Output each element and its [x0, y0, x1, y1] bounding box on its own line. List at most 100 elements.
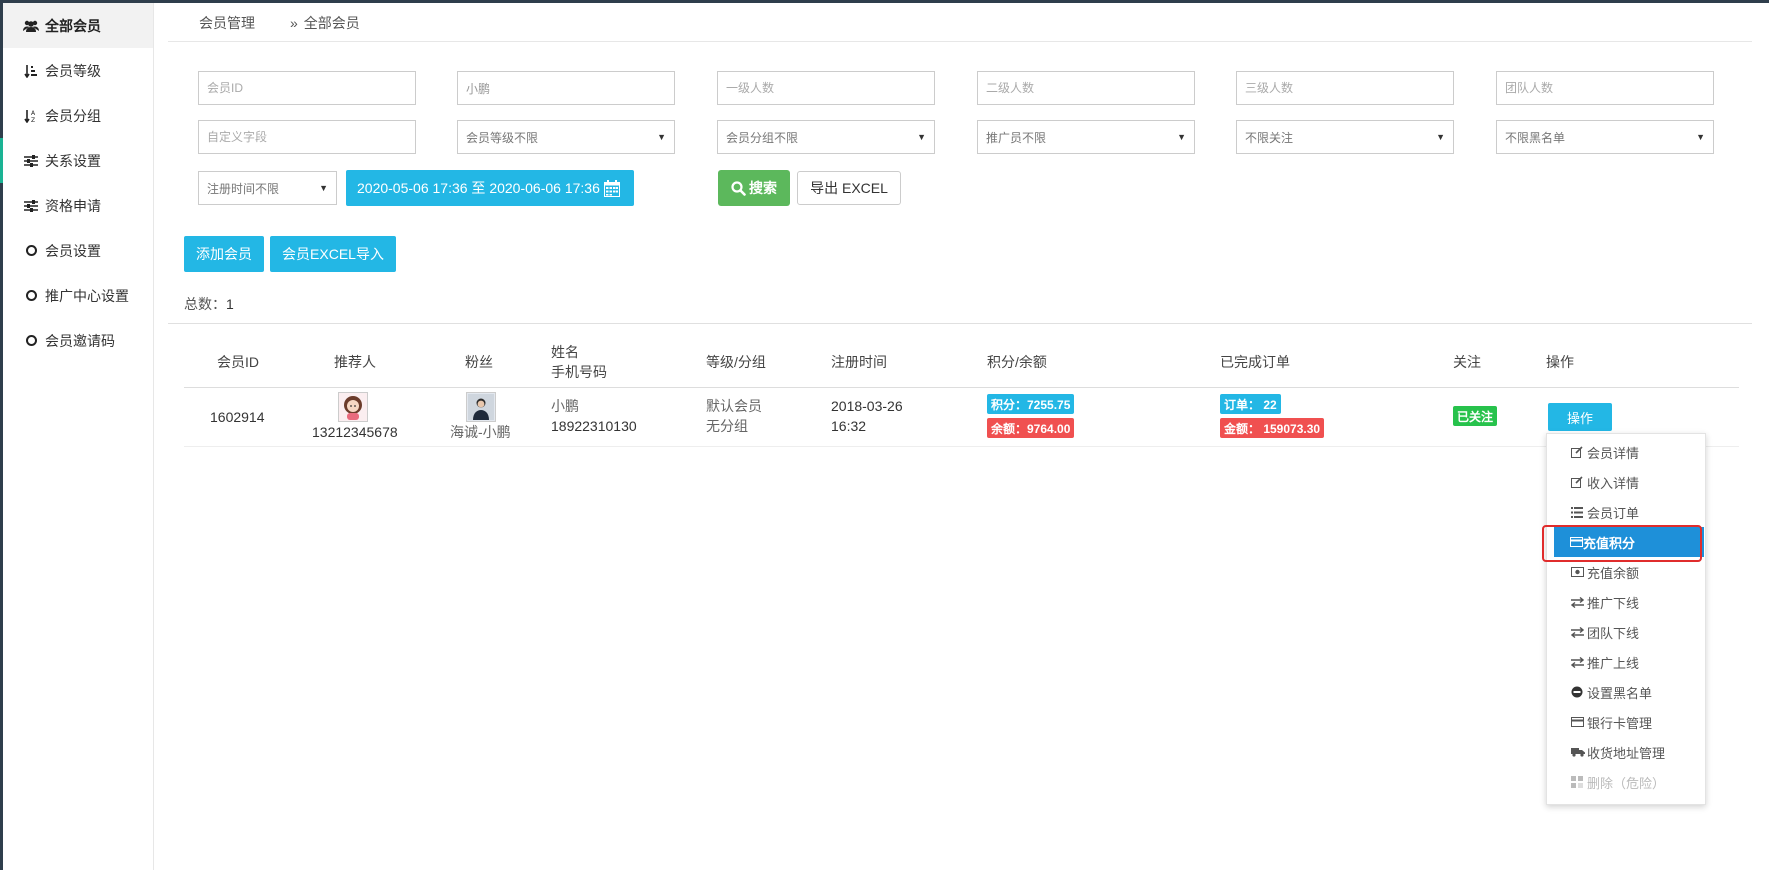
date-range-button[interactable]: 2020-05-06 17:36 至 2020-06-06 17:36	[346, 170, 634, 206]
truck-icon	[1571, 747, 1587, 757]
member-level-select[interactable]: 会员等级不限 ▼	[457, 120, 675, 154]
cell-reg-time: 16:32	[831, 418, 867, 434]
menu-item-set-blacklist[interactable]: 设置黑名单	[1571, 681, 1652, 703]
exchange-icon	[1571, 596, 1587, 608]
breadcrumb-current: 全部会员	[303, 14, 360, 31]
sidebar-item-relation-settings[interactable]: 关系设置	[0, 138, 153, 183]
table-header-divider	[184, 387, 1739, 388]
add-member-button[interactable]: 添加会员	[184, 236, 264, 272]
member-group-select[interactable]: 会员分组不限 ▼	[717, 120, 935, 154]
menu-item-member-detail[interactable]: 会员详情	[1571, 441, 1639, 463]
col-header-phone: 手机号码	[551, 364, 607, 380]
breadcrumb-separator: »	[290, 14, 298, 31]
menu-item-delete[interactable]: 删除（危险）	[1571, 771, 1665, 793]
caret-down-icon: ▼	[1177, 132, 1186, 142]
sidebar-item-promotion-settings[interactable]: 推广中心设置	[3, 273, 153, 318]
col-header-referrer: 推荐人	[334, 354, 376, 370]
orders-badge: 订单： 22	[1220, 394, 1281, 414]
edit-icon	[1571, 476, 1587, 488]
level2-count-input[interactable]	[977, 71, 1195, 105]
menu-item-team-downline[interactable]: 团队下线	[1571, 621, 1639, 643]
select-value: 不限关注	[1245, 130, 1294, 145]
menu-item-label: 充值余额	[1587, 565, 1640, 581]
exchange-icon	[1571, 626, 1587, 638]
cell-member-id: 1602914	[210, 409, 265, 425]
menu-item-label: 团队下线	[1587, 625, 1640, 641]
operations-menu: 会员详情 收入详情 会员订单 充值积分 充值余额 推广下线 团队下线 推广上线 …	[1546, 433, 1706, 805]
menu-item-income-detail[interactable]: 收入详情	[1571, 471, 1639, 493]
svg-text:Z: Z	[31, 117, 35, 123]
import-excel-button[interactable]: 会员EXCEL导入	[270, 236, 396, 272]
menu-item-bank-card[interactable]: 银行卡管理	[1571, 711, 1652, 733]
caret-down-icon: ▼	[319, 183, 328, 193]
menu-item-promo-downline[interactable]: 推广下线	[1571, 591, 1639, 613]
sliders-icon	[21, 199, 41, 212]
promoter-select[interactable]: 推广员不限 ▼	[977, 120, 1195, 154]
sidebar-item-member-settings[interactable]: 会员设置	[3, 228, 153, 273]
sidebar-item-label: 会员设置	[45, 242, 101, 259]
menu-item-recharge-points[interactable]: 充值积分	[1554, 527, 1704, 557]
sidebar-item-label: 推广中心设置	[45, 287, 129, 304]
delete-icon	[1571, 776, 1587, 788]
select-value: 注册时间不限	[207, 181, 280, 196]
calendar-icon	[603, 179, 620, 197]
custom-field-input[interactable]	[198, 120, 416, 154]
total-count: 总数：1	[184, 294, 234, 314]
sidebar-item-all-members[interactable]: 全部会员	[3, 3, 153, 48]
col-header-ops: 操作	[1546, 354, 1574, 370]
col-header-id: 会员ID	[217, 354, 259, 370]
operations-button[interactable]: 操作	[1548, 403, 1612, 431]
menu-item-label: 会员详情	[1587, 445, 1640, 461]
credit-card-icon	[1570, 535, 1583, 550]
cell-reg-date: 2018-03-26	[831, 398, 903, 414]
sidebar-item-member-level[interactable]: 会员等级	[3, 48, 153, 93]
keyword-input[interactable]	[457, 71, 675, 105]
breadcrumb-root[interactable]: 会员管理	[199, 13, 255, 33]
cell-phone: 18922310130	[551, 418, 637, 434]
sidebar-item-label: 会员等级	[45, 62, 101, 79]
cell-level: 默认会员	[706, 398, 762, 414]
breadcrumb: 会员管理 » 全部会员	[168, 4, 1752, 42]
reg-time-select[interactable]: 注册时间不限 ▼	[198, 171, 337, 205]
level1-count-input[interactable]	[717, 71, 935, 105]
menu-item-label: 设置黑名单	[1587, 685, 1653, 701]
sort-amount-icon	[21, 64, 41, 78]
blacklist-select[interactable]: 不限黑名单 ▼	[1496, 120, 1714, 154]
menu-item-label: 推广上线	[1587, 655, 1640, 671]
menu-item-shipping-address[interactable]: 收货地址管理	[1571, 741, 1665, 763]
referrer-avatar[interactable]	[338, 392, 368, 422]
follow-select[interactable]: 不限关注 ▼	[1236, 120, 1454, 154]
date-range-text: 2020-05-06 17:36 至 2020-06-06 17:36	[357, 180, 600, 196]
exchange-icon	[1571, 656, 1587, 668]
level3-count-input[interactable]	[1236, 71, 1454, 105]
menu-item-label: 会员订单	[1587, 505, 1640, 521]
cell-fan-name: 海诚-小鹏	[450, 424, 511, 440]
select-value: 会员等级不限	[466, 130, 539, 145]
sidebar-item-label: 会员分组	[45, 107, 101, 124]
search-icon	[731, 180, 746, 196]
minus-circle-icon	[1571, 686, 1587, 698]
member-id-input[interactable]	[198, 71, 416, 105]
col-header-orders: 已完成订单	[1220, 354, 1290, 370]
col-header-reg-time: 注册时间	[831, 354, 887, 370]
menu-item-member-orders[interactable]: 会员订单	[1571, 501, 1639, 523]
points-badge: 积分：7255.75	[987, 394, 1075, 414]
export-excel-button[interactable]: 导出 EXCEL	[797, 171, 901, 205]
menu-item-label: 收货地址管理	[1587, 745, 1666, 761]
sidebar-item-member-group[interactable]: AZ 会员分组	[3, 93, 153, 138]
col-header-follow: 关注	[1453, 354, 1481, 370]
sidebar-item-qualification[interactable]: 资格申请	[3, 183, 153, 228]
menu-item-recharge-balance[interactable]: 充值余额	[1571, 561, 1639, 583]
menu-item-label: 收入详情	[1587, 475, 1640, 491]
col-header-points-balance: 积分/余额	[987, 354, 1047, 370]
menu-item-promo-upline[interactable]: 推广上线	[1571, 651, 1639, 673]
col-header-fan: 粉丝	[465, 354, 493, 370]
search-button[interactable]: 搜索	[718, 170, 790, 206]
balance-badge: 余额：9764.00	[987, 418, 1075, 438]
team-count-input[interactable]	[1496, 71, 1714, 105]
follow-status-badge: 已关注	[1453, 406, 1498, 426]
fan-avatar[interactable]	[466, 392, 496, 422]
select-value: 不限黑名单	[1505, 130, 1566, 145]
total-value: 1	[226, 296, 234, 312]
sidebar-item-invite-code[interactable]: 会员邀请码	[3, 318, 153, 363]
